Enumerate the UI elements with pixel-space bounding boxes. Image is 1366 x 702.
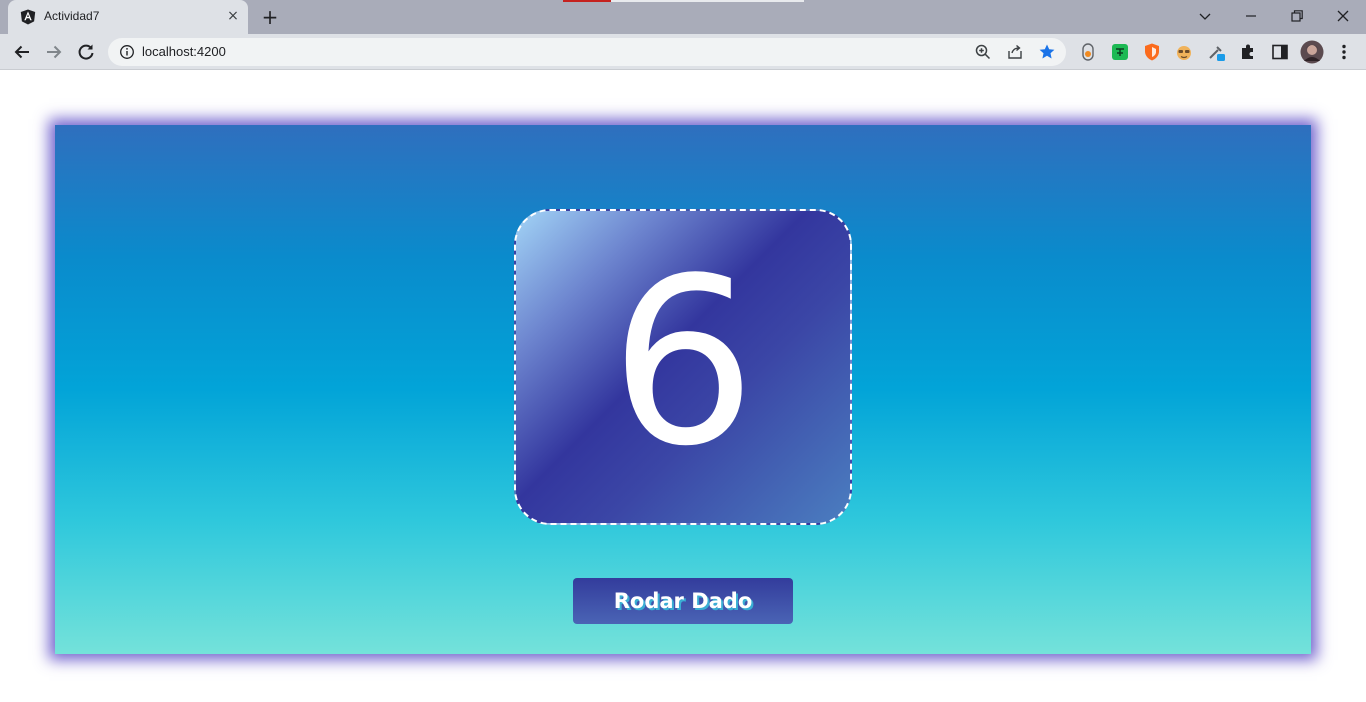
- tab-strip-accent: [563, 0, 611, 2]
- minimize-icon[interactable]: [1241, 6, 1261, 26]
- extension-orange-icon[interactable]: [1078, 42, 1098, 62]
- restore-icon[interactable]: [1287, 6, 1307, 26]
- browser-toolbar: localhost:4200: [0, 34, 1366, 70]
- chevron-down-icon[interactable]: [1195, 6, 1215, 26]
- zoom-icon[interactable]: [974, 43, 992, 61]
- extension-dropper-icon[interactable]: [1206, 42, 1226, 62]
- url-text[interactable]: localhost:4200: [142, 44, 226, 59]
- browser-tab[interactable]: Actividad7 ×: [8, 0, 248, 34]
- angular-icon: [20, 9, 36, 25]
- extension-shield-icon[interactable]: [1142, 42, 1162, 62]
- profile-avatar[interactable]: [1300, 40, 1324, 64]
- site-info-icon[interactable]: [119, 44, 135, 60]
- extensions-puzzle-icon[interactable]: [1238, 42, 1258, 62]
- roll-dice-button[interactable]: Rodar Dado: [573, 578, 793, 624]
- extension-face-icon[interactable]: [1174, 42, 1194, 62]
- share-icon[interactable]: [1006, 43, 1024, 61]
- bookmark-star-icon[interactable]: [1038, 43, 1056, 61]
- die-value: 6: [609, 230, 757, 497]
- back-arrow-icon[interactable]: [11, 41, 33, 63]
- tab-strip-accent: [611, 0, 804, 2]
- new-tab-button[interactable]: +: [260, 7, 280, 27]
- dice-stage: 6 Rodar Dado: [55, 125, 1311, 654]
- page-viewport: 6 Rodar Dado: [0, 71, 1366, 702]
- address-bar[interactable]: localhost:4200: [108, 38, 1066, 66]
- tab-title: Actividad7: [44, 9, 100, 23]
- forward-arrow-icon[interactable]: [43, 41, 65, 63]
- reload-icon[interactable]: [75, 41, 97, 63]
- menu-kebab-icon[interactable]: [1334, 42, 1354, 62]
- side-panel-icon[interactable]: [1270, 42, 1290, 62]
- die-face: 6: [514, 209, 852, 525]
- tab-close-button[interactable]: ×: [225, 8, 241, 24]
- tab-strip: Actividad7 × +: [0, 0, 1366, 34]
- close-icon[interactable]: [1333, 6, 1353, 26]
- extension-green-icon[interactable]: [1110, 42, 1130, 62]
